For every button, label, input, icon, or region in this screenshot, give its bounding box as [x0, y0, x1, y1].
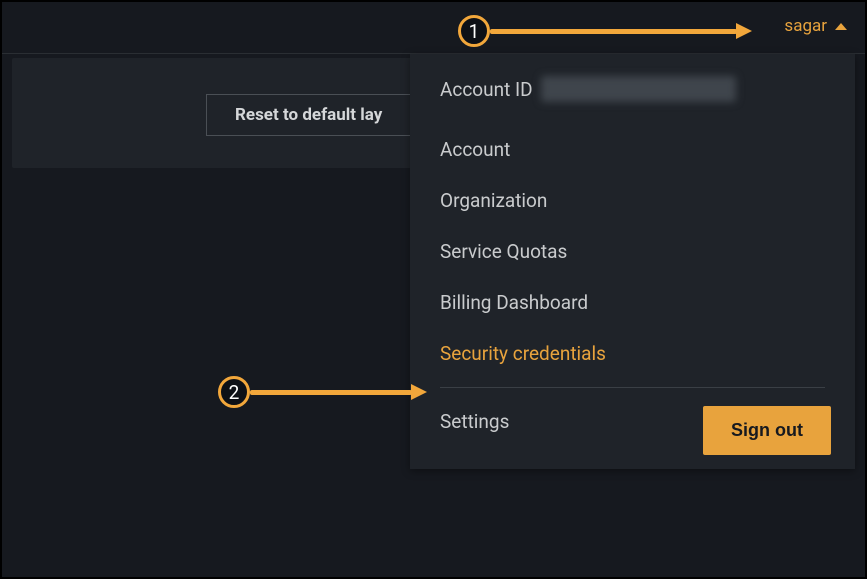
account-id-row: Account ID: [410, 76, 855, 124]
menu-item-billing-dashboard[interactable]: Billing Dashboard: [410, 277, 855, 328]
annotation-arrow-line-2: [250, 390, 412, 395]
menu-item-label: Settings: [440, 410, 509, 433]
menu-item-service-quotas[interactable]: Service Quotas: [410, 226, 855, 277]
menu-item-label: Billing Dashboard: [440, 291, 588, 314]
reset-button-label: Reset to default lay: [235, 105, 382, 125]
user-dropdown-menu: Account ID Account Organization Service …: [410, 54, 855, 469]
username-label: sagar: [784, 16, 827, 36]
menu-item-label: Organization: [440, 189, 547, 212]
account-id-label: Account ID: [440, 78, 533, 101]
menu-item-organization[interactable]: Organization: [410, 175, 855, 226]
menu-item-account[interactable]: Account: [410, 124, 855, 175]
sign-out-label: Sign out: [731, 420, 803, 440]
annotation-circle-2: 2: [218, 376, 250, 408]
annotation-number: 2: [229, 381, 240, 404]
menu-item-label: Account: [440, 138, 510, 161]
reset-layout-button[interactable]: Reset to default lay: [206, 94, 410, 136]
menu-item-security-credentials[interactable]: Security credentials: [410, 328, 855, 379]
caret-up-icon: [835, 23, 847, 30]
menu-item-label: Service Quotas: [440, 240, 567, 263]
menu-item-label: Security credentials: [440, 342, 606, 365]
account-id-redacted: [541, 76, 736, 102]
menu-divider: [440, 387, 825, 388]
sign-out-button[interactable]: Sign out: [703, 406, 831, 455]
user-menu-button[interactable]: sagar: [784, 16, 847, 36]
top-bar: sagar: [2, 2, 865, 54]
